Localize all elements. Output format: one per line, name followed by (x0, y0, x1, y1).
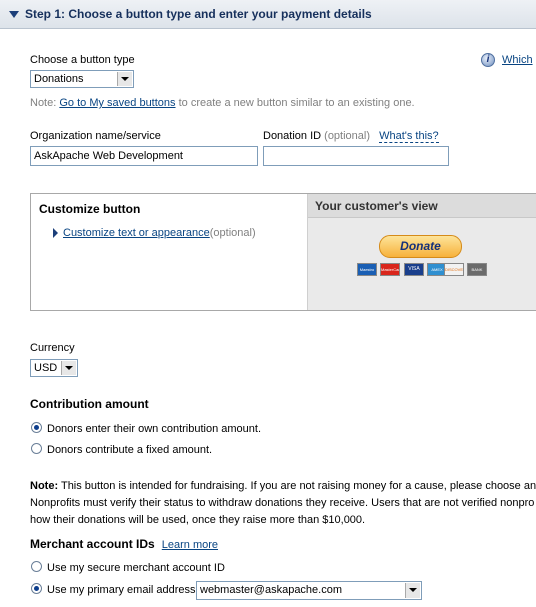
customize-optional: (optional) (209, 227, 256, 239)
own-amount-radio[interactable] (31, 422, 42, 433)
discover-card-icon: DISCOVER (444, 263, 464, 276)
chevron-down-icon (65, 366, 73, 370)
customer-view-header: Your customer's view (308, 194, 536, 218)
own-amount-label: Donors enter their own contribution amou… (47, 423, 262, 435)
email-value: webmaster@askapache.com (200, 584, 343, 596)
donation-id-optional: (optional) (324, 130, 371, 142)
note-suffix: to create a new button similar to an exi… (178, 97, 415, 109)
fundraising-note: Note: This button is intended for fundra… (30, 478, 536, 529)
note-line-1: This button is intended for fundraising.… (60, 480, 536, 492)
note-bold-label: Note: (30, 480, 59, 492)
email-select[interactable]: webmaster@askapache.com (196, 581, 422, 600)
customize-link[interactable]: Customize text or appearance (63, 227, 210, 239)
merchant-id-label: Use my secure merchant account ID (47, 562, 225, 574)
collapse-triangle-icon[interactable] (9, 11, 19, 18)
fundraising-note-line-2: Nonprofits must verify their status to w… (30, 497, 535, 509)
donation-id-input[interactable] (263, 146, 449, 166)
whats-this-link[interactable]: What's this? (379, 130, 439, 143)
dropdown-button[interactable] (61, 361, 76, 375)
mastercard-icon: MasterCard (380, 263, 400, 276)
donation-id-label: Donation ID (263, 130, 322, 142)
fixed-amount-label: Donors contribute a fixed amount. (47, 444, 213, 456)
bank-icon: BANK (467, 263, 487, 276)
email-radio[interactable] (31, 583, 42, 594)
step-title: Step 1: Choose a button type and enter y… (25, 7, 372, 21)
visa-card-icon: VISA (404, 263, 424, 276)
chevron-down-icon (121, 77, 129, 81)
org-name-value: AskApache Web Development (34, 150, 183, 162)
which-help-link[interactable]: Which (502, 54, 533, 66)
saved-buttons-note: Note: Go to My saved buttons to create a… (30, 97, 415, 109)
saved-buttons-link[interactable]: Go to My saved buttons (59, 97, 175, 109)
note-prefix: Note: (30, 97, 57, 109)
step-header[interactable]: Step 1: Choose a button type and enter y… (0, 0, 536, 29)
currency-label: Currency (30, 342, 75, 354)
donate-button-preview: Donate (379, 235, 462, 258)
customer-view-title: Your customer's view (315, 199, 438, 213)
expand-triangle-icon[interactable] (53, 228, 58, 238)
button-type-select[interactable]: Donations (30, 70, 134, 88)
fixed-amount-radio[interactable] (31, 443, 42, 454)
email-option-label: Use my primary email address (47, 584, 196, 596)
currency-value: USD (34, 362, 58, 374)
info-icon[interactable]: i (481, 53, 495, 67)
merchant-id-radio[interactable] (31, 561, 42, 572)
maestro-card-icon: Maestro (357, 263, 377, 276)
learn-more-link[interactable]: Learn more (162, 539, 218, 551)
merchant-title-row: Merchant account IDs Learn more (30, 537, 218, 551)
dropdown-button[interactable] (405, 583, 420, 598)
button-type-label: Choose a button type (30, 54, 135, 66)
fundraising-note-line-3: how their donations will be used, once t… (30, 514, 366, 526)
chevron-down-icon (409, 588, 417, 592)
donation-id-label-row: Donation ID (optional) What's this? (263, 130, 439, 143)
fundraising-note-line-1: Note: This button is intended for fundra… (30, 478, 536, 495)
currency-select[interactable]: USD (30, 359, 78, 377)
button-type-value: Donations (34, 73, 84, 85)
dropdown-button[interactable] (117, 72, 132, 86)
customize-link-row: Customize text or appearance(optional) (63, 227, 256, 239)
contribution-title: Contribution amount (30, 397, 149, 411)
org-name-label: Organization name/service (30, 130, 161, 142)
org-name-input[interactable]: AskApache Web Development (30, 146, 258, 166)
merchant-title: Merchant account IDs (30, 537, 155, 551)
customize-title: Customize button (39, 202, 141, 216)
